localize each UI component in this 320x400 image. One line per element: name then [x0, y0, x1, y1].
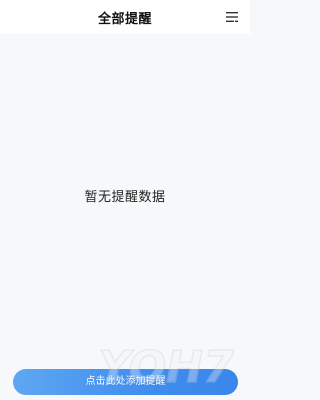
reminders-screen: 全部提醒 暂无提醒数据 点击此处添加提醒 YOH7: [0, 0, 250, 400]
menu-icon: [226, 12, 238, 22]
menu-button[interactable]: [224, 9, 240, 25]
add-reminder-button[interactable]: 点击此处添加提醒: [13, 369, 238, 395]
top-bar: 全部提醒: [0, 0, 250, 34]
page-title: 全部提醒: [97, 12, 152, 27]
empty-state-message: 暂无提醒数据: [84, 190, 166, 205]
